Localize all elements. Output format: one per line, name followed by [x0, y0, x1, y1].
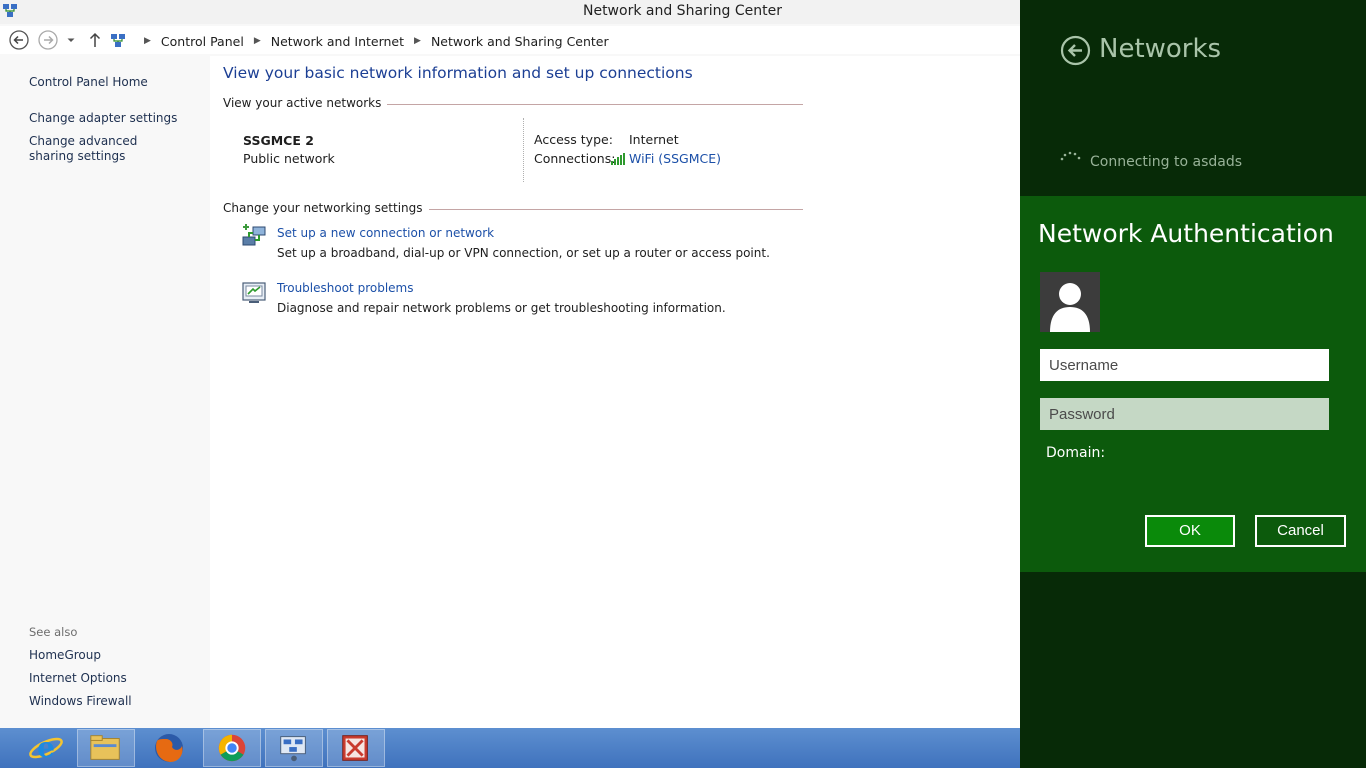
wifi-signal-icon [611, 153, 625, 165]
breadcrumb-separator-icon[interactable]: ▶ [144, 36, 151, 46]
sidebar: Control Panel Home Change adapter settin… [0, 56, 210, 728]
sidebar-item-homegroup[interactable]: HomeGroup [29, 648, 101, 663]
troubleshoot-description: Diagnose and repair network problems or … [277, 301, 726, 315]
password-field[interactable] [1040, 398, 1329, 430]
taskbar-file-explorer[interactable] [77, 729, 135, 767]
progress-spinner-icon [1060, 151, 1081, 161]
taskbar-internet-explorer[interactable]: e [17, 729, 75, 767]
back-arrow-icon[interactable] [1060, 35, 1091, 66]
page-title: View your basic network information and … [223, 64, 693, 82]
access-type-label: Access type: [534, 132, 613, 147]
network-authentication-dialog: Network Authentication Domain: OK Cancel [1020, 196, 1366, 572]
avatar [1040, 272, 1100, 332]
address-bar: ▶ Control Panel ▶ Network and Internet ▶… [0, 26, 1020, 54]
see-also-label: See also [29, 625, 78, 639]
breadcrumb-separator-icon[interactable]: ▶ [254, 36, 261, 46]
breadcrumb-control-panel[interactable]: Control Panel [161, 34, 244, 49]
chrome-icon [218, 734, 246, 762]
connections-label: Connections: [534, 151, 616, 166]
control-panel-icon [111, 34, 125, 47]
internet-explorer-icon: e [29, 731, 63, 764]
back-icon[interactable] [8, 29, 30, 51]
file-explorer-icon [90, 735, 120, 760]
troubleshoot-icon [242, 282, 266, 303]
taskbar-firefox[interactable] [140, 729, 198, 767]
auth-title: Network Authentication [1038, 219, 1334, 248]
network-type[interactable]: Public network [243, 151, 335, 166]
svg-text:e: e [37, 731, 55, 764]
breadcrumb-network-and-internet[interactable]: Network and Internet [271, 34, 404, 49]
setup-connection-link[interactable]: Set up a new connection or network [277, 226, 494, 240]
breadcrumb-separator-icon[interactable]: ▶ [414, 36, 421, 46]
sidebar-item-windows-firewall[interactable]: Windows Firewall [29, 694, 132, 709]
taskbar-control-panel[interactable] [265, 729, 323, 767]
forward-icon[interactable] [37, 29, 59, 51]
sidebar-item-control-panel-home[interactable]: Control Panel Home [29, 75, 148, 90]
change-settings-label: Change your networking settings [223, 201, 429, 215]
title-bar: Network and Sharing Center [0, 0, 1020, 24]
sidebar-item-change-advanced-sharing-settings[interactable]: Change advanced sharing settings [29, 134, 179, 164]
wifi-connection-link[interactable]: WiFi (SSGMCE) [629, 151, 721, 166]
sidebar-item-internet-options[interactable]: Internet Options [29, 671, 127, 686]
recent-pages-chevron-icon[interactable] [64, 29, 78, 51]
control-panel-window: Network and Sharing Center ▶ Control Pan… [0, 0, 1020, 728]
access-type-value: Internet [629, 132, 679, 147]
username-field[interactable] [1040, 349, 1329, 381]
setup-connection-description: Set up a broadband, dial-up or VPN conne… [277, 246, 770, 260]
main-content: View your basic network information and … [210, 56, 1020, 728]
network-setup-icon [242, 224, 266, 246]
firefox-icon [155, 734, 183, 762]
presentation-app-icon [342, 735, 368, 761]
network-name: SSGMCE 2 [243, 133, 314, 148]
taskbar: e [0, 728, 1020, 768]
troubleshoot-link[interactable]: Troubleshoot problems [277, 281, 413, 295]
cancel-button[interactable]: Cancel [1255, 515, 1346, 547]
networks-title: Networks [1099, 34, 1222, 64]
connection-status: Connecting to asdads [1090, 154, 1243, 170]
taskbar-chrome[interactable] [203, 729, 261, 767]
control-panel-icon [280, 736, 306, 762]
networks-panel: Networks Connecting to asdads Network Au… [1020, 0, 1366, 768]
network-divider [523, 118, 524, 182]
window-title: Network and Sharing Center [582, 3, 782, 19]
user-silhouette-icon [1050, 283, 1090, 332]
sidebar-item-change-adapter-settings[interactable]: Change adapter settings [29, 111, 177, 126]
breadcrumb: ▶ Control Panel ▶ Network and Internet ▶… [110, 32, 609, 50]
up-icon[interactable] [84, 29, 106, 51]
taskbar-presentation-app[interactable] [327, 729, 385, 767]
ok-button[interactable]: OK [1145, 515, 1235, 547]
breadcrumb-network-and-sharing-center[interactable]: Network and Sharing Center [431, 34, 609, 49]
active-networks-label: View your active networks [223, 96, 388, 110]
domain-label: Domain: [1046, 445, 1106, 461]
